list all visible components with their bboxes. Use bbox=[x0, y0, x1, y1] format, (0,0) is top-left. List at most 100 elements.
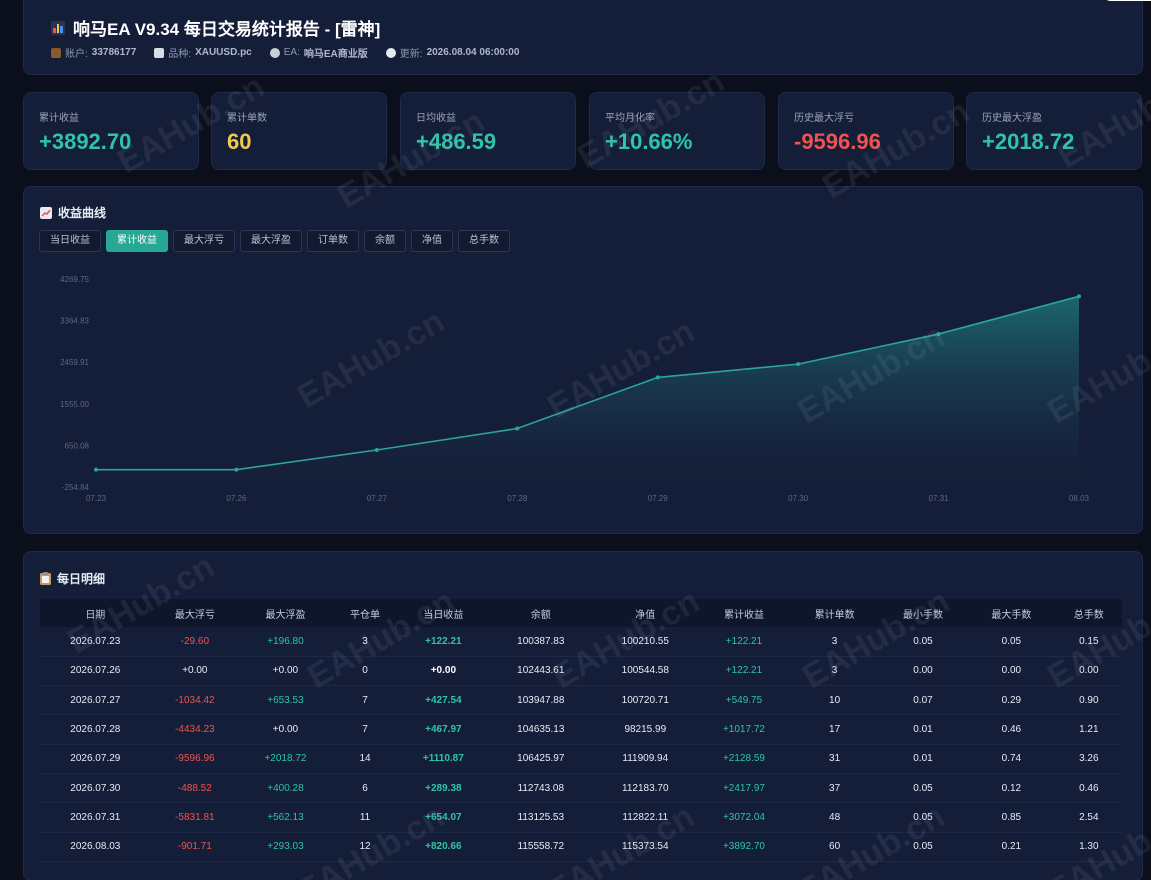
x-tick-label: 07.30 bbox=[788, 494, 809, 503]
table-cell: 106425.97 bbox=[488, 744, 594, 774]
table-cell: 2026.07.23 bbox=[40, 627, 151, 657]
table-cell: 98215.99 bbox=[593, 714, 698, 745]
table-cell: 2026.08.03 bbox=[40, 832, 151, 862]
data-point[interactable] bbox=[515, 426, 520, 431]
table-row: 2026.07.28 -4434.23 +0.00 7 +467.97 104635.13… bbox=[40, 714, 1122, 745]
stat-label: 日均收益 bbox=[416, 113, 456, 124]
column-header: 最大浮亏 bbox=[174, 609, 215, 621]
trend-icon bbox=[154, 47, 165, 58]
table-cell: 0 bbox=[331, 656, 399, 687]
table-cell: +122.21 bbox=[697, 627, 791, 657]
column-header: 平仓单 bbox=[350, 609, 381, 621]
data-point[interactable] bbox=[796, 362, 801, 367]
table-cell: 112183.70 bbox=[593, 773, 698, 804]
table-header-row: 日期 最大浮亏 最大浮盈 平仓单 当日收益 余额 净值 累计收益 累计单数 最小手数 最大手数 总手数 bbox=[40, 599, 1122, 627]
y-tick-label: 1555.00 bbox=[60, 400, 89, 409]
table-cell: 3 bbox=[790, 656, 879, 687]
table-cell: 3 bbox=[331, 627, 399, 657]
table-cell: 0.85 bbox=[967, 802, 1056, 833]
stat-total-profit: 累计收益 +3892.70 bbox=[23, 92, 199, 170]
ea-value: 响马EA商业版 bbox=[303, 49, 368, 60]
table-cell: 0.07 bbox=[878, 685, 968, 716]
daily-detail-panel: 每日明细 日期 最大浮亏 最大浮盈 平仓单 当日收益 余额 净值 累计收益 累计单数 最小手数 最大… bbox=[23, 551, 1143, 880]
ea-label: EA: bbox=[283, 47, 300, 58]
table-cell: +3072.04 bbox=[697, 802, 791, 833]
table-cell: 48 bbox=[790, 802, 879, 833]
stat-value: +10.66% bbox=[605, 129, 693, 154]
table-cell: -4434.23 bbox=[150, 714, 240, 745]
table-cell: 0.46 bbox=[967, 714, 1056, 745]
table-cell: -901.71 bbox=[150, 832, 240, 862]
table-cell: 0.05 bbox=[878, 802, 968, 833]
data-point[interactable] bbox=[374, 448, 379, 453]
table-cell: 115558.72 bbox=[488, 832, 594, 862]
table-cell: 0.00 bbox=[878, 656, 968, 687]
title-text: 响马EA V9.34 每日交易统计报告 - [雷神] bbox=[73, 20, 381, 39]
x-tick-label: 07.28 bbox=[507, 494, 528, 503]
table-cell: 0.05 bbox=[878, 832, 968, 862]
x-tick-label: 07.27 bbox=[367, 494, 388, 503]
column-header: 总手数 bbox=[1073, 609, 1104, 621]
table-cell: 2026.07.27 bbox=[40, 685, 151, 716]
column-header: 累计收益 bbox=[723, 609, 764, 621]
table-cell: 2026.07.30 bbox=[40, 773, 151, 804]
clock-icon bbox=[385, 47, 396, 58]
header-meta: 账户: 33786177 品种: XAUUSD.pc EA: 响马EA商业版 更… bbox=[51, 45, 519, 60]
table-cell: +549.75 bbox=[697, 685, 791, 716]
table-cell: -488.52 bbox=[150, 773, 240, 804]
table-cell: +122.21 bbox=[697, 656, 791, 687]
table-cell: 112743.08 bbox=[488, 773, 594, 804]
column-header: 当日收益 bbox=[423, 609, 464, 621]
profit-curve-panel: 收益曲线 当日收益 累计收益 最大浮亏 最大浮盈 订单数 余额 净值 总手数 4… bbox=[23, 186, 1143, 534]
clipboard-icon bbox=[40, 572, 51, 585]
table-cell: +196.80 bbox=[239, 627, 332, 657]
table-cell: -1034.42 bbox=[150, 685, 240, 716]
stat-label: 累计收益 bbox=[39, 113, 79, 124]
table-cell: 0.46 bbox=[1055, 773, 1122, 804]
stat-label: 平均月化率 bbox=[605, 113, 655, 124]
table-cell: -9596.96 bbox=[150, 744, 240, 774]
update-value: 2026.08.04 06:00:00 bbox=[426, 47, 520, 58]
column-header: 最小手数 bbox=[902, 609, 943, 621]
table-row: 2026.07.27 -1034.42 +653.53 7 +427.54 103947.… bbox=[40, 685, 1122, 716]
data-point[interactable] bbox=[655, 375, 660, 380]
table-cell: 0.15 bbox=[1055, 627, 1122, 657]
y-tick-label: 4269.75 bbox=[60, 275, 89, 284]
table-cell: 113125.53 bbox=[488, 802, 594, 833]
table-cell: +2128.59 bbox=[697, 744, 791, 774]
table-row: 2026.07.23 -29.60 +196.80 3 +122.21 100387.83… bbox=[40, 627, 1122, 657]
column-header: 余额 bbox=[530, 609, 551, 621]
ea-info: EA: 响马EA商业版 bbox=[269, 45, 368, 60]
table-cell: 60 bbox=[790, 832, 879, 862]
table-cell: +0.00 bbox=[150, 656, 240, 687]
page-title: 响马EA V9.34 每日交易统计报告 - [雷神] bbox=[51, 15, 380, 40]
table-cell: +654.07 bbox=[398, 802, 489, 833]
table-cell: 100544.58 bbox=[593, 656, 698, 687]
data-point[interactable] bbox=[1077, 294, 1081, 299]
stat-label: 历史最大浮盈 bbox=[982, 113, 1042, 124]
bar-chart-icon bbox=[51, 20, 65, 35]
stat-value: +3892.70 bbox=[39, 129, 132, 154]
table-cell: 111909.94 bbox=[593, 744, 698, 774]
x-tick-label: 08.03 bbox=[1069, 494, 1090, 503]
data-point[interactable] bbox=[234, 467, 239, 472]
data-point[interactable] bbox=[936, 332, 941, 337]
column-header: 净值 bbox=[635, 609, 656, 621]
table-cell: 17 bbox=[790, 714, 879, 745]
table-cell: +427.54 bbox=[398, 685, 489, 716]
table-cell: 14 bbox=[331, 744, 399, 774]
data-point[interactable] bbox=[94, 467, 98, 472]
column-header: 最大手数 bbox=[991, 609, 1032, 621]
x-tick-label: 07.23 bbox=[86, 494, 107, 503]
account-info: 账户: 33786177 bbox=[51, 45, 136, 60]
table-cell: +0.00 bbox=[398, 656, 489, 687]
table-cell: 2026.07.28 bbox=[40, 714, 151, 745]
stat-max-drawdown: 历史最大浮亏 -9596.96 bbox=[778, 92, 954, 170]
table-cell: 3.26 bbox=[1055, 744, 1122, 774]
stat-total-orders: 累计单数 60 bbox=[211, 92, 387, 170]
update-label: 更新: bbox=[399, 49, 423, 60]
table-cell: +1110.87 bbox=[398, 744, 489, 774]
table-cell: 10 bbox=[790, 685, 879, 716]
table-row: 2026.07.26 +0.00 +0.00 0 +0.00 102443.61 10054… bbox=[40, 656, 1122, 687]
table-cell: 0.21 bbox=[967, 832, 1056, 862]
